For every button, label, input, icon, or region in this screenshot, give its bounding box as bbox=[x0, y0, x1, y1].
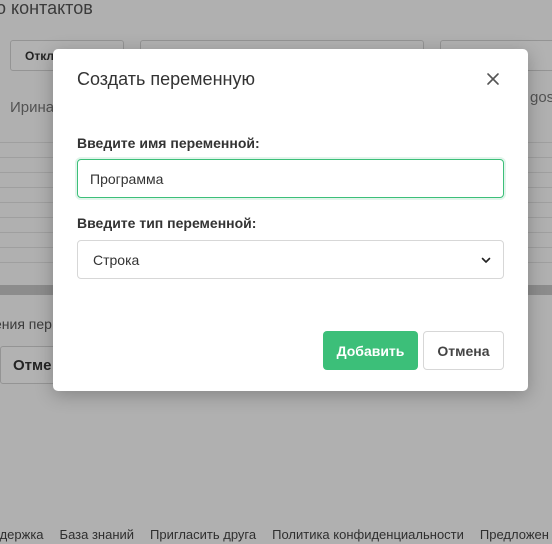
variable-type-label: Введите тип переменной: bbox=[77, 215, 257, 231]
close-icon bbox=[487, 73, 499, 85]
add-button[interactable]: Добавить bbox=[323, 331, 418, 370]
chevron-down-icon bbox=[481, 257, 491, 263]
variable-type-select[interactable]: Строка bbox=[77, 240, 504, 279]
cancel-button[interactable]: Отмена bbox=[423, 331, 504, 370]
variable-name-input[interactable] bbox=[77, 159, 504, 198]
close-button[interactable] bbox=[485, 71, 501, 87]
dialog-title: Создать переменную bbox=[77, 69, 255, 89]
variable-type-value: Строка bbox=[93, 251, 140, 268]
create-variable-dialog: Создать переменную Введите имя переменно… bbox=[53, 49, 528, 391]
variable-name-label: Введите имя переменной: bbox=[77, 135, 260, 151]
